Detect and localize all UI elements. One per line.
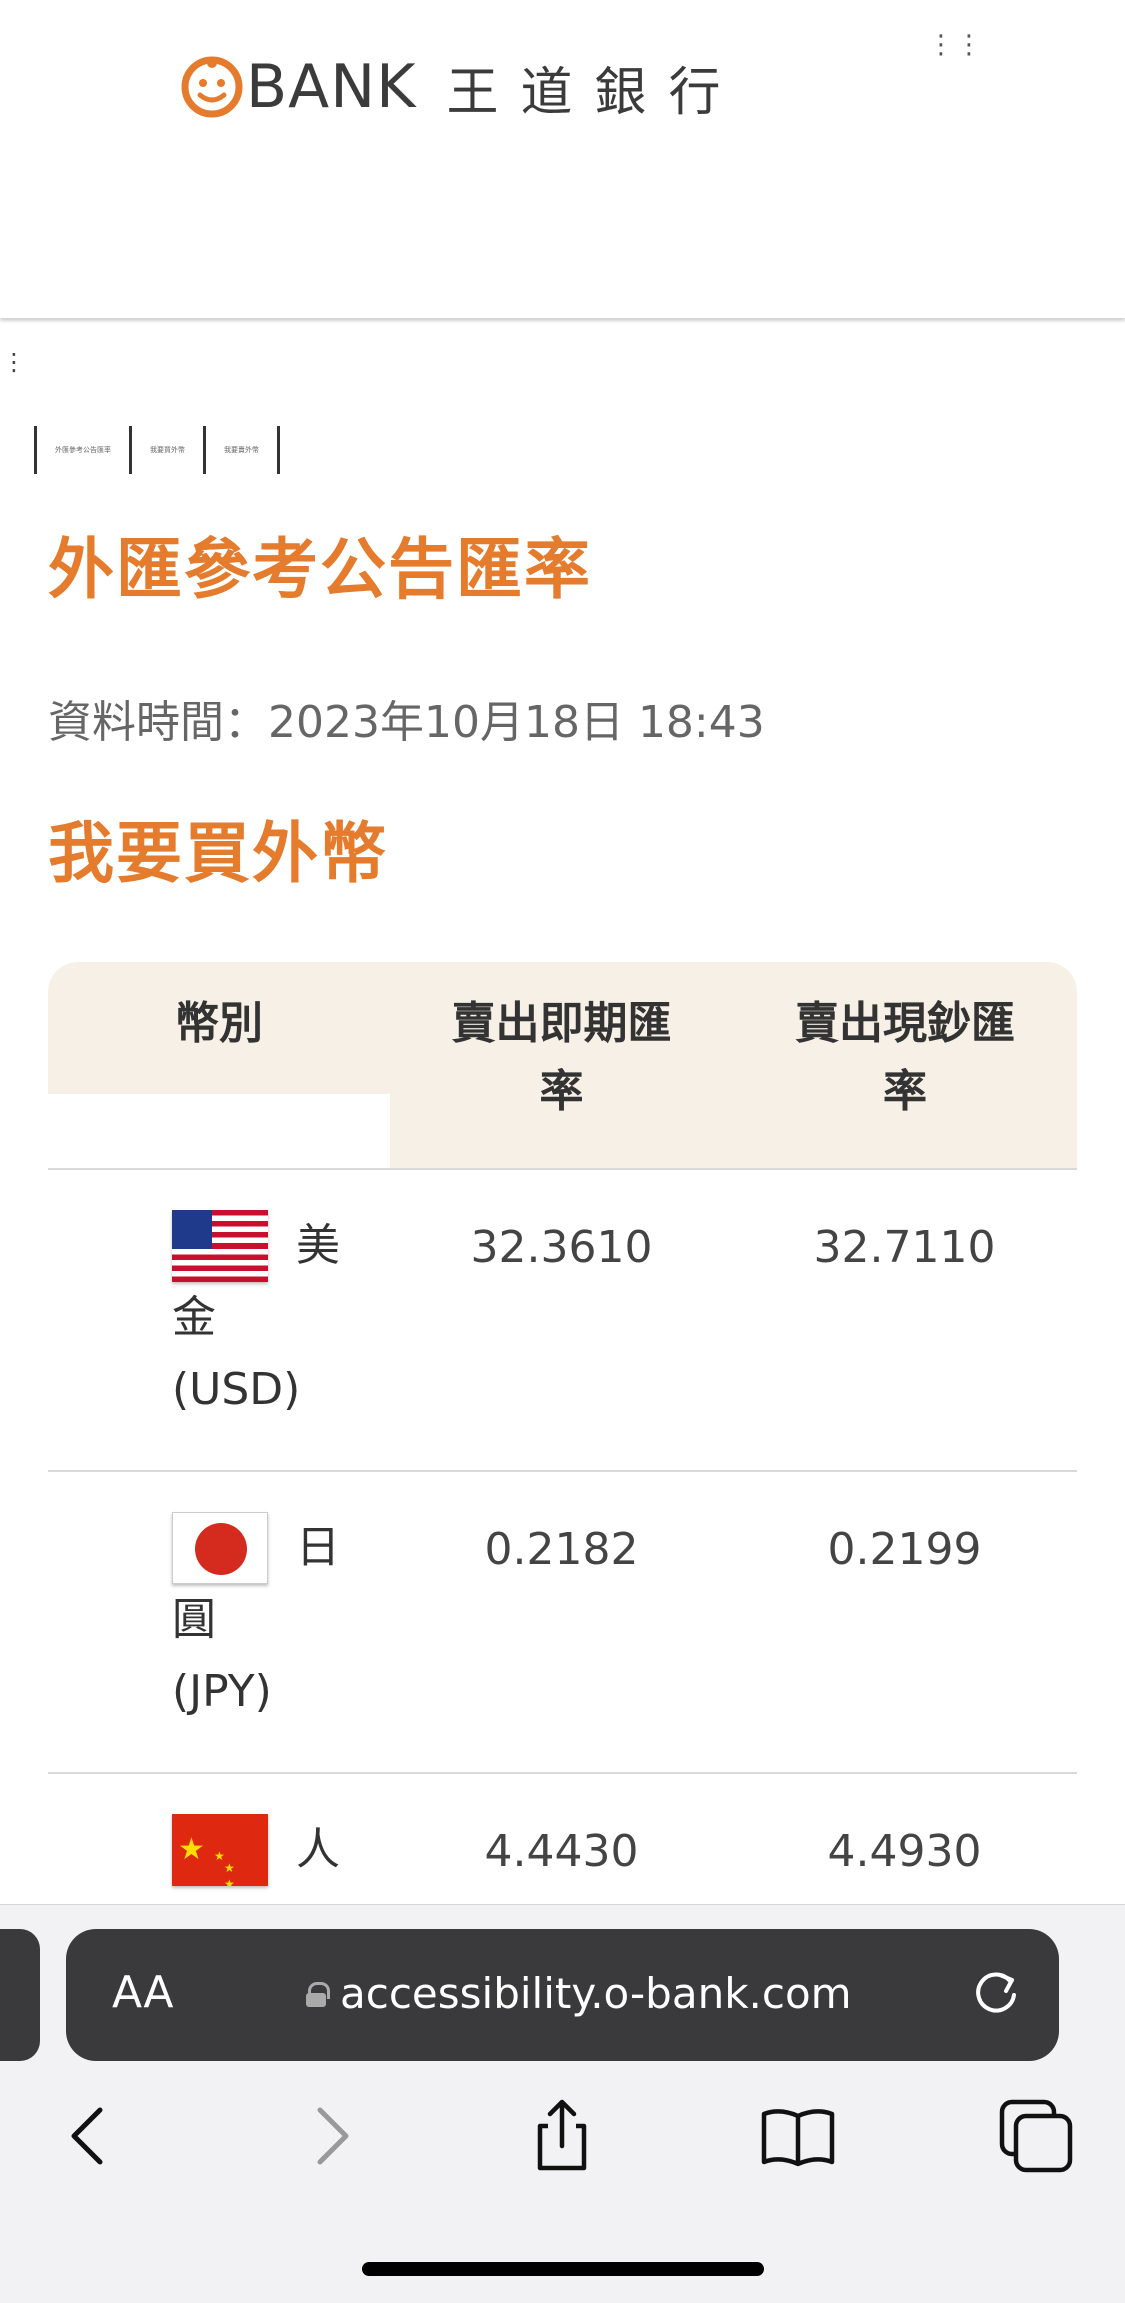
currency-name-line1: 美: [296, 1220, 340, 1271]
address-bar[interactable]: AA accessibility.o-bank.com: [66, 1929, 1059, 2061]
breadcrumb-item-rates[interactable]: 外匯參考公告匯率: [37, 445, 129, 455]
text-size-label: AA: [112, 1967, 174, 2018]
url-text: accessibility.o-bank.com: [340, 1969, 852, 2018]
column-header-currency: 幣別: [48, 962, 390, 1094]
spot-rate-value: 0.2182: [484, 1524, 639, 1575]
page-title: 外匯參考公告匯率: [48, 531, 592, 608]
data-timestamp: 資料時間：2023年10月18日 18:43: [48, 697, 765, 748]
table-row: 美 金 (USD) 32.3610 32.7110: [48, 1170, 1077, 1472]
cn-flag-icon: ★ ★ ★ ★ ★: [172, 1814, 268, 1886]
lock-icon: [306, 1981, 330, 2007]
side-dots-icon: ⋮: [2, 348, 26, 376]
logo-text: BANK: [246, 52, 417, 122]
breadcrumb: 外匯參考公告匯率 我要買外幣 我要賣外幣: [34, 426, 280, 474]
column-header-cash-rate: 賣出現鈔匯率: [733, 962, 1077, 1168]
text-size-button[interactable]: AA: [112, 1967, 173, 2018]
spot-rate-value: 32.3610: [470, 1222, 653, 1273]
currency-code: (USD): [172, 1364, 301, 1415]
currency-name-line2: 金: [172, 1292, 216, 1343]
tabs-icon[interactable]: [996, 2096, 1076, 2176]
currency-name-line1: 人: [296, 1824, 340, 1875]
menu-dots-icon[interactable]: ⋮⋮: [928, 32, 984, 58]
column-header-spot-rate: 賣出即期匯率: [390, 962, 733, 1168]
obank-logo[interactable]: BANK 王道銀行: [180, 52, 743, 123]
currency-code: (JPY): [172, 1666, 272, 1717]
table-row: 日 圓 (JPY) 0.2182 0.2199: [48, 1472, 1077, 1774]
url-display[interactable]: accessibility.o-bank.com: [306, 1969, 852, 2018]
logo-chinese-name: 王道銀行: [446, 62, 743, 123]
currency-cell: ★ ★ ★ ★ ★ 人: [172, 1814, 372, 1886]
share-icon[interactable]: [522, 2096, 602, 2176]
reload-icon[interactable]: [970, 1967, 1022, 2019]
column-header-cash-rate-label: 賣出現鈔匯率: [795, 998, 1015, 1117]
section-title: 我要買外幣: [48, 815, 388, 892]
us-flag-icon: [172, 1210, 268, 1282]
back-icon[interactable]: [50, 2096, 130, 2176]
currency-name-line1: 日: [296, 1522, 340, 1573]
cash-rate-value: 32.7110: [813, 1222, 996, 1273]
breadcrumb-item-sell[interactable]: 我要賣外幣: [206, 445, 277, 455]
currency-cell: 美 金 (USD): [172, 1210, 372, 1426]
previous-tab-edge[interactable]: [0, 1929, 40, 2061]
logo-face-icon: [180, 55, 244, 119]
column-header-spot-rate-label: 賣出即期匯率: [451, 998, 672, 1117]
forward-icon[interactable]: [290, 2096, 370, 2176]
bookmarks-icon[interactable]: [758, 2096, 838, 2176]
currency-cell: 日 圓 (JPY): [172, 1512, 372, 1728]
jp-flag-icon: [172, 1512, 268, 1584]
home-indicator[interactable]: [362, 2262, 764, 2276]
breadcrumb-divider: [277, 426, 280, 474]
currency-name-line2: 圓: [172, 1594, 216, 1645]
spot-rate-value: 4.4430: [484, 1826, 639, 1877]
cash-rate-value: 0.2199: [827, 1524, 982, 1575]
site-header: BANK 王道銀行 ⋮⋮: [0, 0, 1125, 318]
table-header: 幣別 賣出即期匯率 賣出現鈔匯率: [48, 962, 1077, 1170]
breadcrumb-item-buy[interactable]: 我要買外幣: [132, 445, 203, 455]
cash-rate-value: 4.4930: [827, 1826, 982, 1877]
